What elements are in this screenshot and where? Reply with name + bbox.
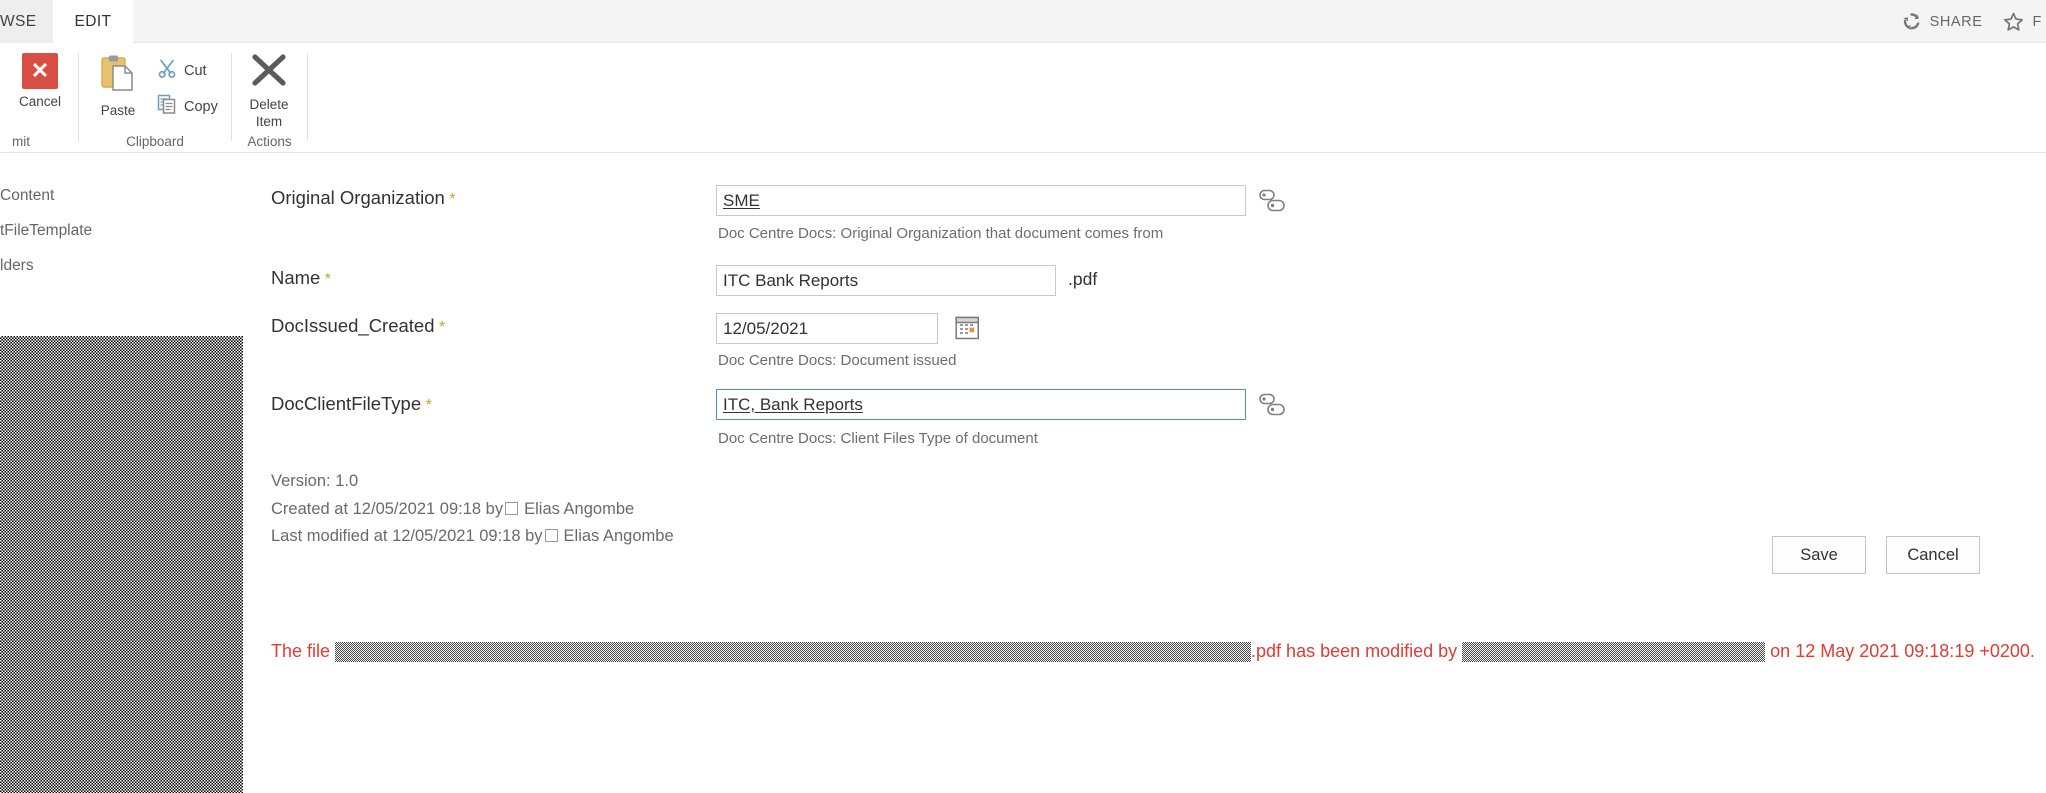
- warning-suffix: on 12 May 2021 09:18:19 +0200.: [1765, 641, 2035, 661]
- user-placeholder-icon: [505, 501, 519, 515]
- tab-edit[interactable]: EDIT: [52, 0, 134, 43]
- user-placeholder-icon: [544, 529, 558, 542]
- share-label: SHARE: [1929, 13, 1983, 30]
- ribbon-tabs: WSE EDIT: [0, 0, 134, 43]
- ribbon-group-commit-label: mit: [12, 134, 30, 149]
- doc-issued-created-label: DocIssued_Created *: [271, 315, 446, 336]
- modified-line: Last modified at 12/05/2021 09:18 by Elia…: [271, 523, 674, 551]
- delete-item-command[interactable]: Delete Item: [227, 53, 311, 129]
- sidebar-item-folders[interactable]: lders: [0, 252, 243, 280]
- delete-item-label-line1: Delete: [249, 97, 289, 112]
- original-organization-label: Original Organization *: [271, 187, 456, 208]
- file-modified-warning: The file .pdf has been modified by on 12…: [271, 641, 2035, 662]
- share-icon: [1902, 12, 1921, 31]
- delete-item-label-line2: Item: [255, 113, 283, 129]
- version-metadata-block: Version: 1.0 Created at 12/05/2021 09:18…: [271, 468, 674, 551]
- sharepoint-edit-properties-page: WSE EDIT SHARE F ✕ Cancel mit Paste Cut …: [0, 0, 2046, 793]
- created-user: Elias Angombe: [524, 499, 635, 518]
- version-text: Version: 1.0: [271, 472, 359, 490]
- sidebar-item-content[interactable]: Content: [0, 182, 243, 210]
- ribbon-group-clipboard-label: Clipboard: [126, 134, 184, 149]
- star-icon: [2003, 12, 2024, 32]
- required-asterisk: *: [421, 397, 432, 414]
- cut-command[interactable]: Cut: [157, 58, 207, 83]
- modified-user: Elias Angombe: [563, 527, 674, 545]
- required-asterisk: *: [320, 271, 332, 288]
- cancel-command-label: Cancel: [18, 94, 62, 109]
- address-book-icon[interactable]: [1259, 393, 1285, 422]
- original-organization-input[interactable]: [716, 185, 1246, 216]
- left-navigation: Content tFileTemplate lders: [0, 165, 243, 280]
- document-thumbnail-preview: [0, 336, 243, 793]
- warning-middle: .pdf has been modified by: [1251, 641, 1463, 661]
- ribbon-group-commit: ✕ Cancel mit: [0, 43, 82, 153]
- ribbon-group-actions-label: Actions: [247, 134, 292, 149]
- cancel-x-icon: ✕: [22, 53, 58, 89]
- ribbon-group-clipboard: Paste Cut Copy Clipboard: [79, 43, 231, 153]
- delete-x-icon: [250, 53, 288, 92]
- copy-command[interactable]: Copy: [157, 94, 218, 119]
- copy-command-label: Copy: [184, 98, 218, 115]
- follow-button[interactable]: F: [2003, 12, 2042, 32]
- ribbon-group-actions: Delete Item Actions: [232, 43, 307, 153]
- doc-client-file-type-description: Doc Centre Docs: Client Files Type of do…: [718, 430, 1038, 447]
- original-organization-description: Doc Centre Docs: Original Organization t…: [718, 225, 1164, 242]
- required-asterisk: *: [434, 319, 446, 336]
- created-prefix: Created at 12/05/2021 09:18 by: [271, 499, 504, 518]
- calendar-icon[interactable]: [955, 315, 980, 345]
- name-input[interactable]: [716, 265, 1056, 296]
- warning-prefix: The file: [271, 641, 336, 661]
- paste-command[interactable]: Paste: [87, 53, 149, 119]
- save-button[interactable]: Save: [1772, 536, 1866, 574]
- follow-label: F: [2032, 13, 2042, 30]
- doc-issued-created-input[interactable]: [716, 313, 938, 344]
- address-book-icon[interactable]: [1259, 189, 1285, 218]
- ribbon-separator-3: [307, 53, 308, 141]
- doc-client-file-type-label: DocClientFileType *: [271, 393, 432, 414]
- name-extension-suffix: .pdf: [1068, 269, 1098, 289]
- created-line: Created at 12/05/2021 09:18 by Elias Ango…: [271, 496, 674, 524]
- tab-browse[interactable]: WSE: [0, 0, 53, 43]
- doc-issued-created-description: Doc Centre Docs: Document issued: [718, 352, 957, 369]
- paste-icon: [98, 53, 138, 98]
- redacted-file-path: [335, 641, 1252, 662]
- cancel-button[interactable]: Cancel: [1886, 536, 1980, 574]
- cut-command-label: Cut: [184, 62, 207, 79]
- sidebar-item-file-template[interactable]: tFileTemplate: [0, 217, 243, 245]
- paste-command-label: Paste: [100, 103, 136, 118]
- modified-prefix: Last modified at 12/05/2021 09:18 by: [271, 527, 543, 545]
- share-button[interactable]: SHARE: [1902, 12, 1983, 31]
- required-asterisk: *: [444, 191, 456, 208]
- name-label: Name *: [271, 267, 332, 288]
- scissors-icon: [157, 58, 177, 83]
- ribbon-tab-strip: WSE EDIT SHARE F: [0, 0, 2046, 43]
- copy-icon: [157, 94, 177, 119]
- ribbon-body: ✕ Cancel mit Paste Cut Copy Clipboard De…: [0, 43, 2046, 153]
- redacted-user-name: [1462, 641, 1766, 662]
- ribbon-top-actions: SHARE F: [1902, 0, 2046, 43]
- doc-client-file-type-input[interactable]: [716, 389, 1246, 420]
- cancel-command[interactable]: ✕ Cancel: [0, 53, 83, 110]
